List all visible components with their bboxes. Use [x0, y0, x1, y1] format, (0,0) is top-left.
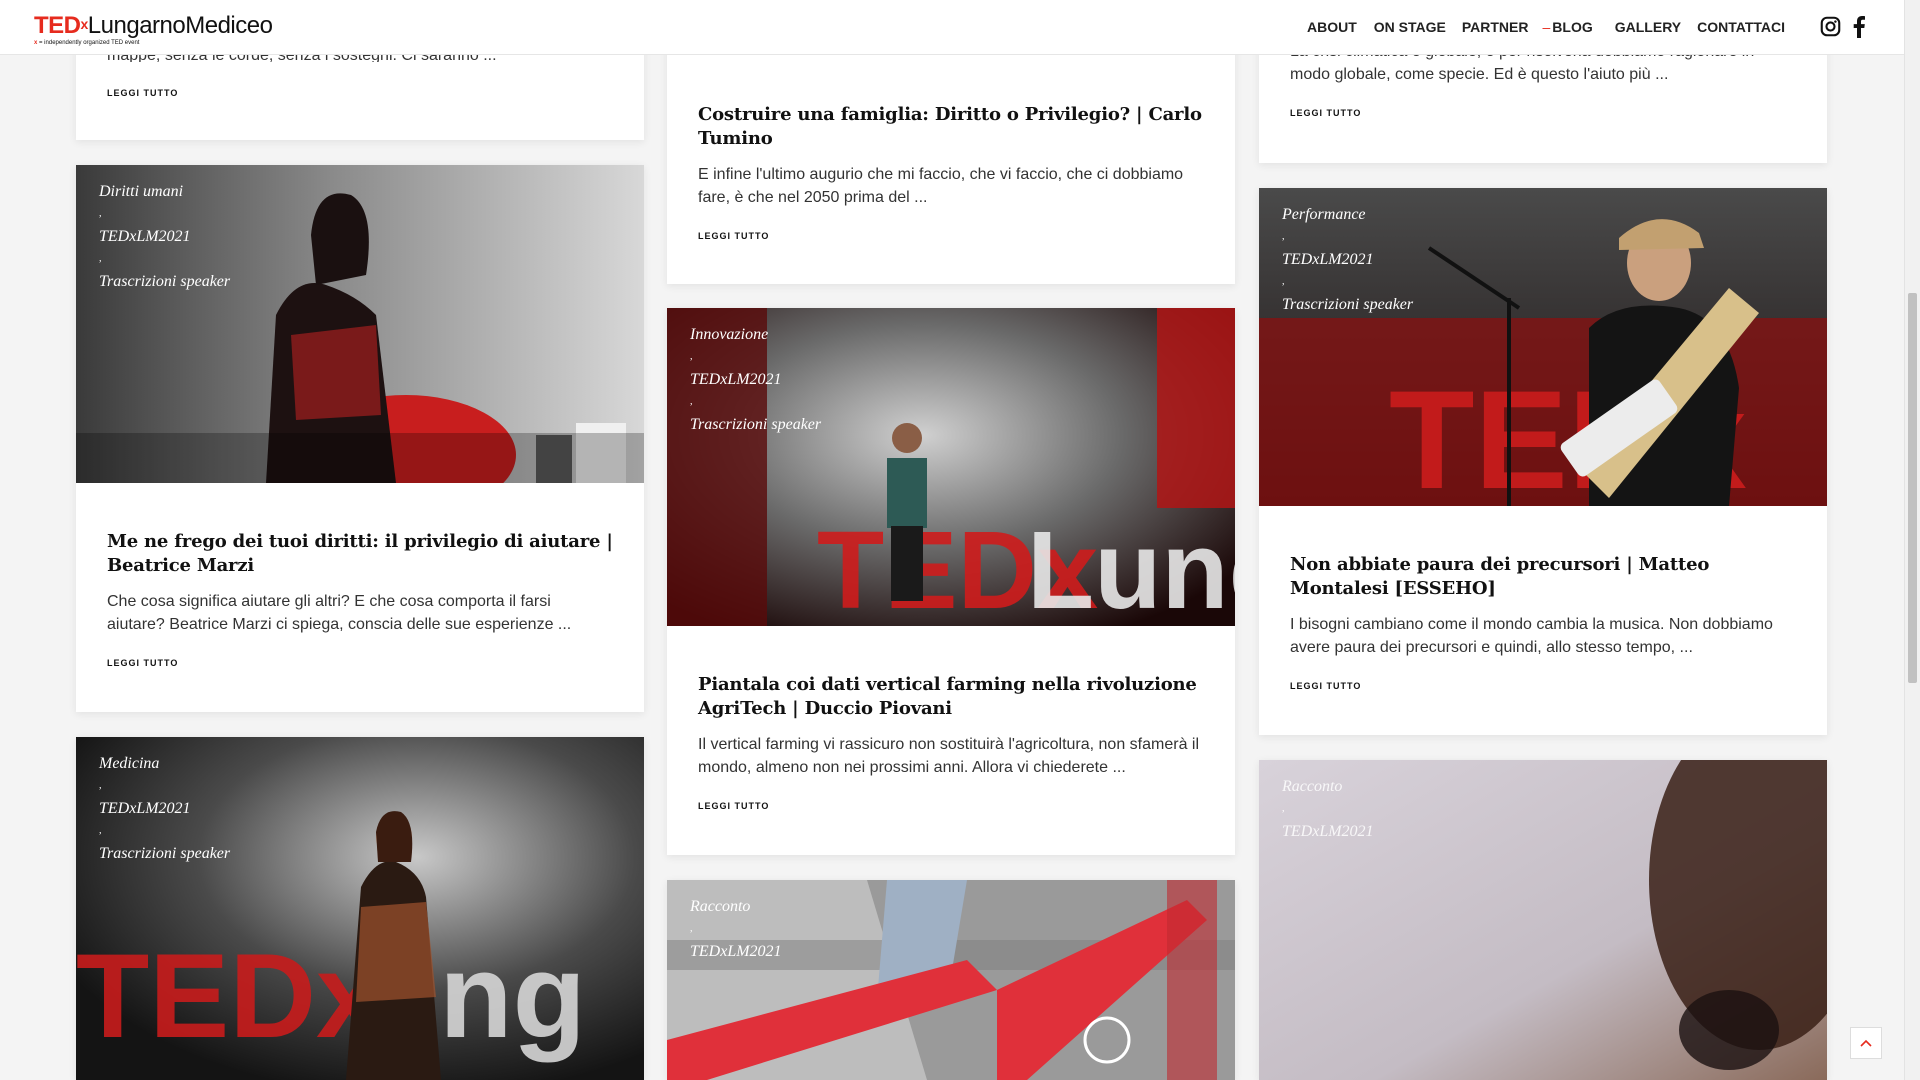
svg-text:TEDx: TEDx [76, 929, 383, 1063]
category-separator: , [690, 351, 693, 362]
back-to-top-button[interactable] [1850, 1027, 1882, 1059]
scrollbar-thumb[interactable] [1908, 293, 1917, 683]
category-link[interactable]: Diritti umani [99, 182, 230, 201]
nav-blog[interactable]: – BLOG [1543, 19, 1593, 35]
nav-blog-label: BLOG [1552, 19, 1593, 35]
category-link[interactable]: Performance [1282, 205, 1413, 224]
category-link[interactable]: TEDxLM2021 [99, 799, 230, 818]
post-thumbnail[interactable]: Diritti umani , TEDxLM2021 , Trascrizion… [76, 165, 644, 483]
page-scrollbar[interactable] [1904, 0, 1920, 1080]
nav-partner[interactable]: PARTNER [1462, 19, 1529, 35]
category-link[interactable]: TEDxLM2021 [1282, 250, 1413, 269]
nav-gallery[interactable]: GALLERY [1615, 19, 1681, 35]
read-more-link[interactable]: LEGGI TUTTO [1290, 681, 1796, 691]
post-categories: Innovazione , TEDxLM2021 , Trascrizioni … [690, 325, 821, 434]
post-thumbnail[interactable]: Racconto , TEDxLM2021 [1259, 760, 1827, 1080]
post-thumbnail[interactable]: TEDx ung Medicina , TEDxLM2021 , Trascri… [76, 737, 644, 1080]
post-thumbnail[interactable]: TEDx Lung Innovazione , TEDxLM2021 , Tra… [667, 308, 1235, 626]
post-title[interactable]: Me ne frego dei tuoi diritti: il privile… [107, 530, 613, 578]
nav-on-stage[interactable]: ON STAGE [1374, 19, 1446, 35]
nav-about[interactable]: ABOUT [1307, 19, 1357, 35]
main-nav: ABOUT ON STAGE PARTNER – BLOG GALLERY CON… [1307, 19, 1785, 35]
post-card-racconto-light: Racconto , TEDxLM2021 [1259, 760, 1827, 1080]
read-more-link[interactable]: LEGGI TUTTO [698, 801, 1204, 811]
social-links [1820, 16, 1866, 38]
category-separator: , [1282, 276, 1285, 287]
post-excerpt-line-2: modo globale, come specie. Ed è questo l… [1290, 66, 1669, 83]
category-separator: , [99, 253, 102, 264]
category-link[interactable]: TEDxLM2021 [99, 227, 230, 246]
category-link[interactable]: TEDxLM2021 [1282, 822, 1374, 841]
post-categories: Racconto , TEDxLM2021 [690, 897, 782, 961]
chevron-up-icon [1860, 1039, 1872, 1047]
post-categories: Medicina , TEDxLM2021 , Trascrizioni spe… [99, 754, 230, 863]
read-more-link[interactable]: LEGGI TUTTO [107, 658, 613, 668]
read-more-link[interactable]: LEGGI TUTTO [698, 231, 1204, 241]
logo-event-name: LungarnoMediceo [87, 12, 273, 39]
category-separator: , [690, 396, 693, 407]
site-logo[interactable]: TEDxLungarnoMediceo x = independently or… [34, 12, 273, 47]
category-separator: , [1282, 231, 1285, 242]
logo-ted-text: TED [34, 12, 81, 39]
category-link[interactable]: TEDxLM2021 [690, 942, 782, 961]
logo-tagline-text: = independently organized TED event [37, 40, 140, 46]
post-title[interactable]: Piantala coi dati vertical farming nella… [698, 673, 1204, 721]
category-separator: , [99, 825, 102, 836]
post-title[interactable]: Non abbiate paura dei precursori | Matte… [1290, 553, 1796, 601]
logo-x-text: x [80, 16, 89, 32]
post-categories: Diritti umani , TEDxLM2021 , Trascrizion… [99, 182, 230, 291]
category-separator: , [99, 208, 102, 219]
category-separator: , [99, 780, 102, 791]
post-card-duccio-piovani: TEDx Lung Innovazione , TEDxLM2021 , Tra… [667, 308, 1235, 855]
category-separator: , [1282, 803, 1285, 814]
category-link[interactable]: Innovazione [690, 325, 821, 344]
nav-active-marker: – [1542, 19, 1551, 35]
post-excerpt: I bisogni cambiano come il mondo cambia … [1290, 616, 1773, 656]
post-thumbnail[interactable]: TEDx Performance , TEDxLM2021 , Trascriz… [1259, 188, 1827, 506]
post-excerpt: Che cosa significa aiutare gli altri? E … [107, 593, 572, 633]
post-card-matteo-montalesi: TEDx Performance , TEDxLM2021 , Trascriz… [1259, 188, 1827, 735]
category-link[interactable]: Trascrizioni speaker [99, 844, 230, 863]
category-link[interactable]: Trascrizioni speaker [690, 415, 821, 434]
post-excerpt: Il vertical farming vi rassicuro non sos… [698, 736, 1200, 776]
svg-text:Lung: Lung [1027, 509, 1235, 626]
logo-tagline: x = independently organized TED event [34, 40, 272, 46]
post-categories: Racconto , TEDxLM2021 [1282, 777, 1374, 841]
post-card-beatrice-marzi: Diritti umani , TEDxLM2021 , Trascrizion… [76, 165, 644, 712]
instagram-icon[interactable] [1820, 16, 1841, 37]
post-excerpt: E infine l'ultimo augurio che mi faccio,… [698, 166, 1184, 206]
category-link[interactable]: Trascrizioni speaker [99, 272, 230, 291]
category-link[interactable]: Trascrizioni speaker [1282, 295, 1413, 314]
read-more-link[interactable]: LEGGI TUTTO [1290, 108, 1796, 118]
post-title[interactable]: Costruire una famiglia: Diritto o Privil… [698, 103, 1204, 151]
category-link[interactable]: Medicina [99, 754, 230, 773]
site-header: TEDxLungarnoMediceo x = independently or… [0, 0, 1904, 55]
category-link[interactable]: Racconto [1282, 777, 1374, 796]
post-categories: Performance , TEDxLM2021 , Trascrizioni … [1282, 205, 1413, 314]
category-separator: , [690, 923, 693, 934]
category-link[interactable]: Racconto [690, 897, 782, 916]
post-thumbnail[interactable]: Racconto , TEDxLM2021 [667, 880, 1235, 1080]
post-card-racconto-bike: Racconto , TEDxLM2021 [667, 880, 1235, 1080]
post-card-medicina: TEDx ung Medicina , TEDxLM2021 , Trascri… [76, 737, 644, 1080]
read-more-link[interactable]: LEGGI TUTTO [107, 88, 613, 98]
facebook-icon[interactable] [1852, 16, 1866, 38]
category-link[interactable]: TEDxLM2021 [690, 370, 821, 389]
nav-contattaci[interactable]: CONTATTACI [1697, 19, 1785, 35]
